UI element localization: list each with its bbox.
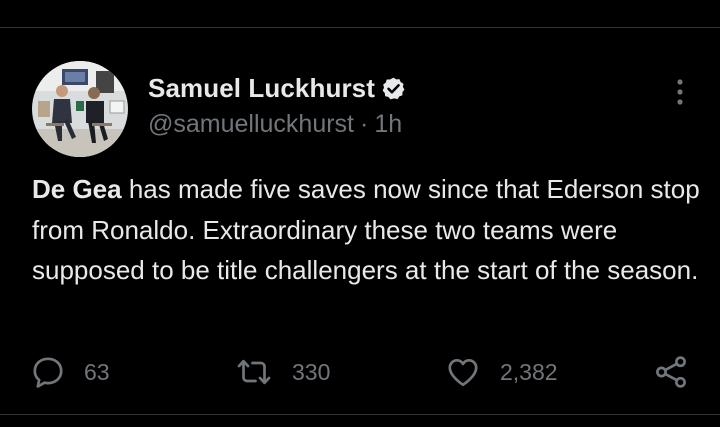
handle-row: @samuelluckhurst · 1h	[148, 110, 406, 139]
reply-count: 63	[84, 358, 110, 385]
separator-dot: ·	[360, 110, 369, 138]
author-name[interactable]: Samuel Luckhurst	[148, 73, 375, 104]
action-bar: 63 330 2,382	[0, 352, 720, 392]
verified-badge-icon	[381, 76, 406, 101]
tweet-text-bold: De Gea	[32, 174, 122, 204]
heart-icon	[444, 354, 482, 390]
more-vertical-icon[interactable]	[668, 76, 692, 108]
tweet-timestamp[interactable]: 1h	[374, 110, 402, 138]
reply-bubble-icon	[30, 354, 66, 390]
tweet-text: De Gea has made five saves now since tha…	[32, 169, 702, 291]
avatar[interactable]	[32, 61, 128, 157]
tweet-header: Samuel Luckhurst @samuelluckhurst · 1h	[148, 70, 406, 139]
author-handle[interactable]: @samuelluckhurst	[148, 110, 354, 138]
share-icon	[652, 353, 690, 391]
bottom-divider	[0, 414, 720, 415]
author-row: Samuel Luckhurst	[148, 70, 406, 106]
avatar-photo	[32, 61, 128, 157]
like-button[interactable]: 2,382	[444, 352, 558, 392]
like-count: 2,382	[500, 358, 558, 385]
top-divider	[0, 27, 720, 28]
retweet-button[interactable]: 330	[234, 352, 330, 392]
retweet-count: 330	[292, 358, 331, 385]
reply-button[interactable]: 63	[30, 352, 110, 392]
retweet-icon	[234, 354, 274, 390]
share-button[interactable]	[652, 352, 690, 392]
tweet-text-body: has made five saves now since that Eders…	[32, 174, 700, 285]
